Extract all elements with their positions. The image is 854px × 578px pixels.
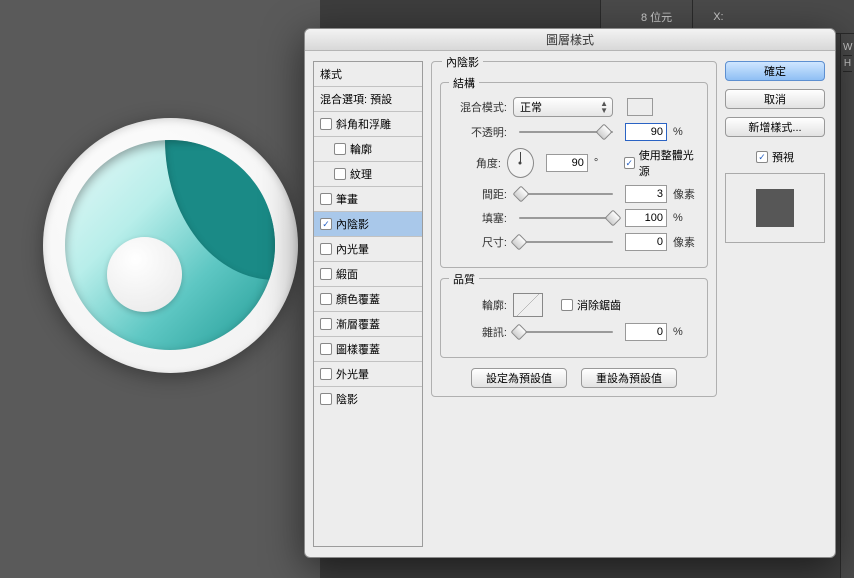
layer-style-dialog: 圖層樣式 樣式 混合選項: 預設 斜角和浮雕輪廓紋理筆畫 ✓ 內陰影內光暈緞面顏色覆…: [304, 28, 836, 558]
settings-panel: 內陰影 結構 混合模式: 正常 ▲▼ 不透明:: [431, 61, 717, 547]
global-light-checkbox[interactable]: ✓ 使用整體光源: [624, 147, 697, 179]
distance-slider[interactable]: [519, 193, 613, 195]
antialias-checkbox[interactable]: 消除鋸齒: [561, 297, 621, 313]
style-checkbox[interactable]: [320, 293, 332, 305]
choke-slider[interactable]: [519, 217, 613, 219]
style-label: 顏色覆蓋: [336, 291, 380, 307]
style-item[interactable]: 緞面: [314, 262, 422, 287]
structure-title: 結構: [449, 75, 479, 91]
ok-button[interactable]: 確定: [725, 61, 825, 81]
style-checkbox[interactable]: [320, 118, 332, 130]
styles-header[interactable]: 樣式: [314, 62, 422, 87]
opacity-input[interactable]: [625, 123, 667, 141]
style-label: 筆畫: [336, 191, 358, 207]
new-style-button[interactable]: 新增樣式...: [725, 117, 825, 137]
angle-dial[interactable]: [507, 148, 534, 178]
style-label: 斜角和浮雕: [336, 116, 391, 132]
opacity-slider[interactable]: [519, 131, 613, 133]
style-item[interactable]: ✓ 內陰影: [314, 212, 422, 237]
style-checkbox[interactable]: [320, 343, 332, 355]
style-label: 陰影: [336, 391, 358, 407]
style-checkbox[interactable]: [320, 393, 332, 405]
styles-list: 樣式 混合選項: 預設 斜角和浮雕輪廓紋理筆畫 ✓ 內陰影內光暈緞面顏色覆蓋漸層覆蓋…: [313, 61, 423, 547]
style-item[interactable]: 漸層覆蓋: [314, 312, 422, 337]
style-item[interactable]: 紋理: [314, 162, 422, 187]
style-checkbox[interactable]: [320, 318, 332, 330]
style-label: 圖樣覆蓋: [336, 341, 380, 357]
style-label: 緞面: [336, 266, 358, 282]
blend-mode-select[interactable]: 正常 ▲▼: [513, 97, 613, 117]
choke-input[interactable]: [625, 209, 667, 227]
size-input[interactable]: [625, 233, 667, 251]
noise-input[interactable]: [625, 323, 667, 341]
style-label: 內陰影: [336, 216, 369, 232]
dialog-title: 圖層樣式: [305, 29, 835, 51]
style-label: 內光暈: [336, 241, 369, 257]
style-checkbox[interactable]: [334, 168, 346, 180]
quality-title: 品質: [449, 271, 479, 287]
style-item[interactable]: 圖樣覆蓋: [314, 337, 422, 362]
style-checkbox[interactable]: ✓: [320, 218, 332, 230]
style-label: 漸層覆蓋: [336, 316, 380, 332]
style-label: 輪廓: [350, 141, 372, 157]
distance-input[interactable]: [625, 185, 667, 203]
inner-shadow-title: 內陰影: [442, 54, 483, 70]
canvas-area: [0, 0, 320, 578]
reset-default-button[interactable]: 重設為預設值: [581, 368, 677, 388]
noise-slider[interactable]: [519, 331, 613, 333]
dialog-right-column: 確定 取消 新增樣式... ✓ 預視: [725, 61, 825, 547]
style-checkbox[interactable]: [320, 193, 332, 205]
chevron-updown-icon: ▲▼: [600, 100, 608, 114]
preview-swatch: [725, 173, 825, 243]
style-item[interactable]: 斜角和浮雕: [314, 112, 422, 137]
style-item[interactable]: 筆畫: [314, 187, 422, 212]
blend-options-button[interactable]: 混合選項: 預設: [314, 87, 422, 112]
x-coord-label: X:: [713, 11, 723, 23]
contour-picker[interactable]: [513, 293, 543, 317]
style-label: 外光暈: [336, 366, 369, 382]
style-checkbox[interactable]: [320, 368, 332, 380]
style-item[interactable]: 內光暈: [314, 237, 422, 262]
preview-checkbox[interactable]: ✓ 預視: [725, 149, 825, 165]
shadow-color-swatch[interactable]: [627, 98, 653, 116]
style-label: 紋理: [350, 166, 372, 182]
right-panel-rail: W H: [840, 34, 854, 578]
angle-input[interactable]: [546, 154, 588, 172]
style-checkbox[interactable]: [334, 143, 346, 155]
style-item[interactable]: 陰影: [314, 387, 422, 411]
make-default-button[interactable]: 設定為預設值: [471, 368, 567, 388]
style-item[interactable]: 顏色覆蓋: [314, 287, 422, 312]
style-checkbox[interactable]: [320, 243, 332, 255]
style-checkbox[interactable]: [320, 268, 332, 280]
bit-depth-label: 8 位元: [641, 9, 672, 25]
logo-preview: [40, 90, 300, 400]
cancel-button[interactable]: 取消: [725, 89, 825, 109]
size-slider[interactable]: [519, 241, 613, 243]
style-item[interactable]: 外光暈: [314, 362, 422, 387]
style-item[interactable]: 輪廓: [314, 137, 422, 162]
